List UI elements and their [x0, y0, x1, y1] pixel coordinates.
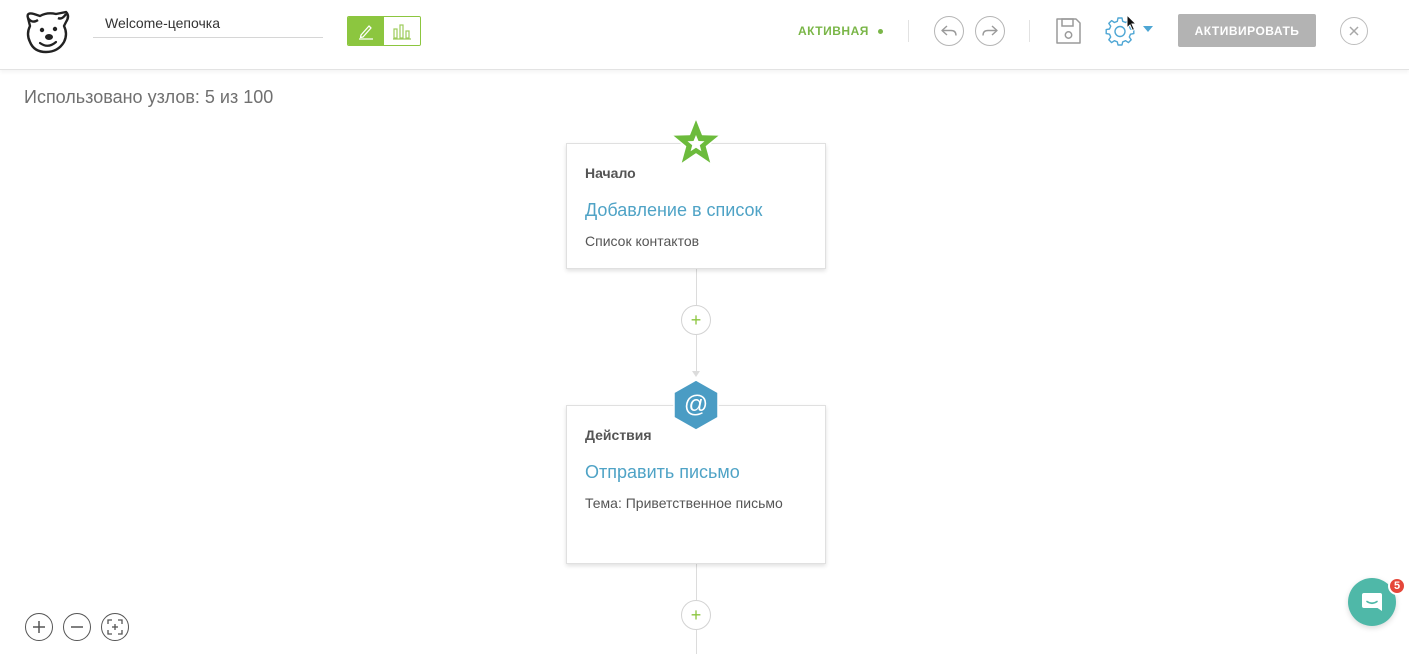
connector-line	[696, 269, 697, 305]
workflow-name-input[interactable]	[93, 8, 323, 38]
zoom-out-button[interactable]	[63, 613, 91, 641]
toolbar-divider	[1029, 20, 1030, 42]
node-subtitle: Список контактов	[585, 233, 700, 249]
undo-button[interactable]	[934, 16, 964, 46]
node-label: Начало	[585, 165, 636, 181]
activate-button[interactable]: АКТИВИРОВАТЬ	[1178, 14, 1316, 47]
edit-mode-button[interactable]	[348, 17, 384, 45]
add-node-button[interactable]: +	[681, 305, 711, 335]
fit-to-screen-button[interactable]	[101, 613, 129, 641]
connector-line	[696, 335, 697, 371]
mode-toggle	[347, 16, 421, 46]
mouse-cursor-icon	[1126, 14, 1138, 32]
pencil-icon	[359, 25, 373, 40]
connector-arrow-icon	[692, 371, 700, 377]
status-label: АКТИВНАЯ	[798, 24, 869, 38]
star-icon	[670, 117, 722, 166]
node-usage-counter: Использовано узлов: 5 из 100	[24, 87, 274, 107]
save-icon[interactable]	[1055, 17, 1082, 45]
stats-mode-button[interactable]	[384, 17, 420, 45]
svg-text:@: @	[684, 391, 708, 418]
chat-notification-badge: 5	[1388, 577, 1406, 595]
at-sign-icon: @	[673, 379, 719, 431]
minus-icon	[71, 626, 83, 628]
top-toolbar: АКТИВНАЯ АКТИВИРОВАТЬ	[0, 0, 1409, 70]
node-title[interactable]: Добавление в список	[585, 200, 762, 221]
node-title[interactable]: Отправить письмо	[585, 462, 740, 483]
bar-chart-icon	[393, 24, 411, 40]
toolbar-divider	[908, 20, 909, 42]
chat-bubble-icon	[1362, 593, 1382, 611]
zoom-in-button[interactable]	[25, 613, 53, 641]
undo-icon	[941, 25, 957, 36]
add-node-button[interactable]: +	[681, 600, 711, 630]
status-dot-icon	[877, 28, 883, 34]
redo-icon	[982, 25, 998, 36]
node-label: Действия	[585, 427, 652, 443]
connector-line	[696, 630, 697, 654]
fit-screen-icon	[107, 619, 123, 635]
dog-logo-icon[interactable]	[22, 10, 72, 54]
connector-line	[696, 564, 697, 600]
redo-button[interactable]	[975, 16, 1005, 46]
node-subtitle: Тема: Приветственное письмо	[585, 495, 783, 511]
plus-icon	[33, 621, 45, 633]
close-button[interactable]	[1340, 17, 1368, 45]
settings-dropdown-caret-icon[interactable]	[1143, 26, 1153, 32]
close-icon	[1349, 26, 1359, 36]
status-badge: АКТИВНАЯ	[798, 24, 883, 38]
